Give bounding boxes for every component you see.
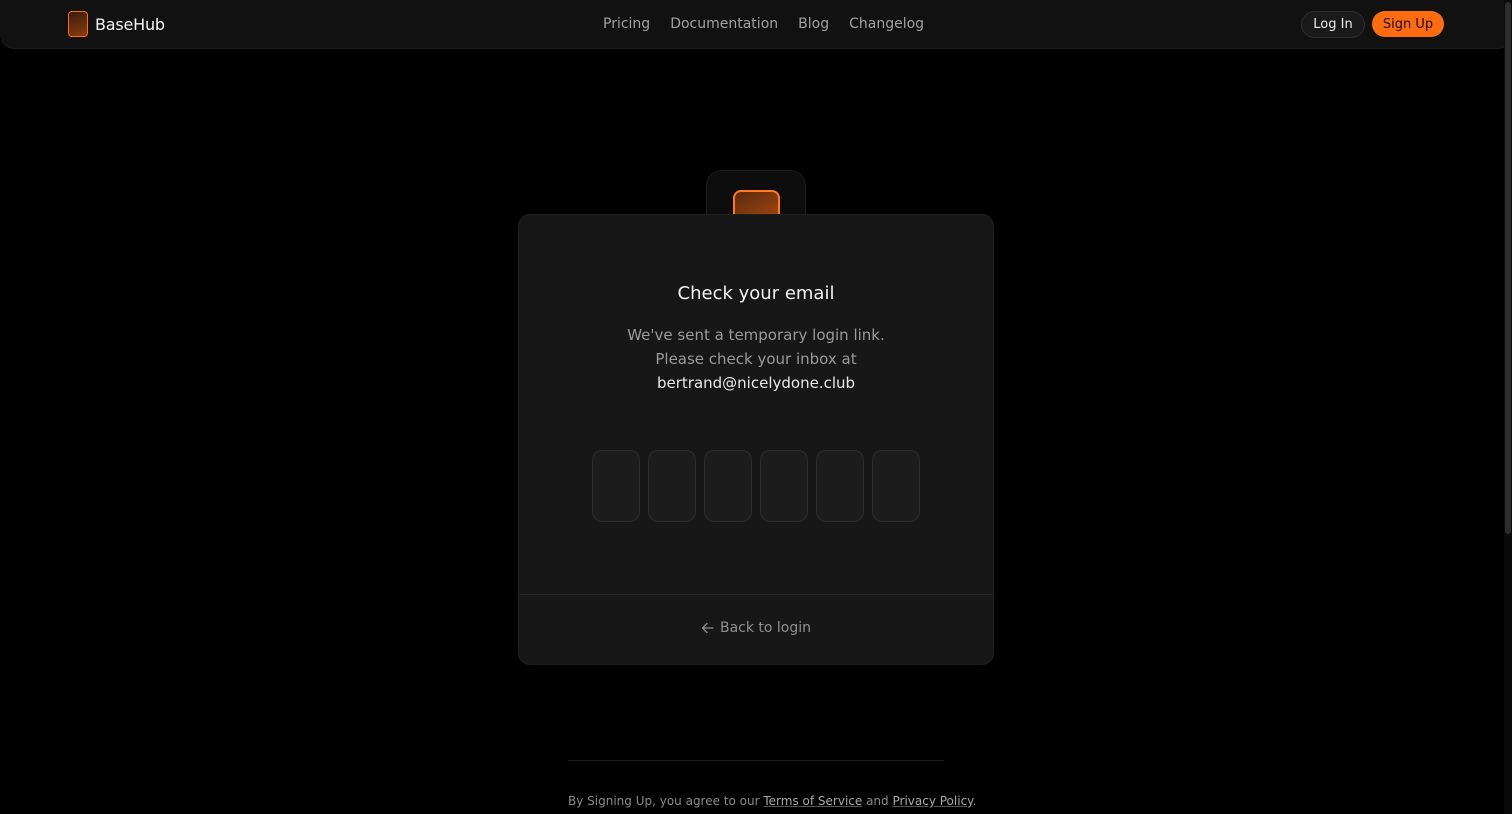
back-to-login-link[interactable]: Back to login (519, 620, 993, 636)
legal-and: and (862, 794, 893, 808)
login-button[interactable]: Log In (1301, 11, 1365, 38)
card-divider (519, 594, 993, 595)
nav-link-changelog[interactable]: Changelog (849, 14, 924, 34)
nav-link-documentation[interactable]: Documentation (670, 14, 778, 34)
code-digit-1[interactable] (592, 450, 640, 522)
arrow-left-icon (701, 622, 714, 634)
privacy-policy-link[interactable]: Privacy Policy (892, 794, 972, 808)
verification-code-inputs (592, 450, 920, 522)
basehub-logo-icon (68, 11, 88, 37)
nav-link-pricing[interactable]: Pricing (603, 14, 650, 34)
footer-divider (568, 760, 944, 761)
brand-name: BaseHub (95, 14, 165, 34)
legal-prefix: By Signing Up, you agree to our (568, 794, 764, 808)
code-digit-6[interactable] (872, 450, 920, 522)
code-digit-3[interactable] (704, 450, 752, 522)
code-digit-2[interactable] (648, 450, 696, 522)
top-navbar: BaseHub Pricing Documentation Blog Chang… (0, 0, 1512, 49)
code-digit-5[interactable] (816, 450, 864, 522)
code-digit-4[interactable] (760, 450, 808, 522)
signup-button[interactable]: Sign Up (1372, 11, 1444, 37)
scrollbar-thumb[interactable] (1505, 2, 1511, 534)
page-scrollbar[interactable] (1504, 0, 1512, 814)
main-nav: Pricing Documentation Blog Changelog (603, 14, 924, 34)
description-line-2: Please check your inbox at (655, 350, 857, 368)
card-description: We've sent a temporary login link. Pleas… (519, 323, 993, 395)
legal-suffix: . (972, 794, 977, 808)
recipient-email: bertrand@nicelydone.club (656, 374, 856, 392)
back-to-login-label: Back to login (719, 620, 812, 636)
terms-of-service-link[interactable]: Terms of Service (763, 794, 862, 808)
legal-notice: By Signing Up, you agree to our Terms of… (568, 794, 976, 808)
description-line-1: We've sent a temporary login link. (627, 326, 885, 344)
card-title: Check your email (677, 283, 835, 304)
nav-link-blog[interactable]: Blog (798, 14, 829, 34)
brand-link[interactable]: BaseHub (68, 11, 165, 37)
check-email-card: Check your email We've sent a temporary … (518, 214, 994, 665)
